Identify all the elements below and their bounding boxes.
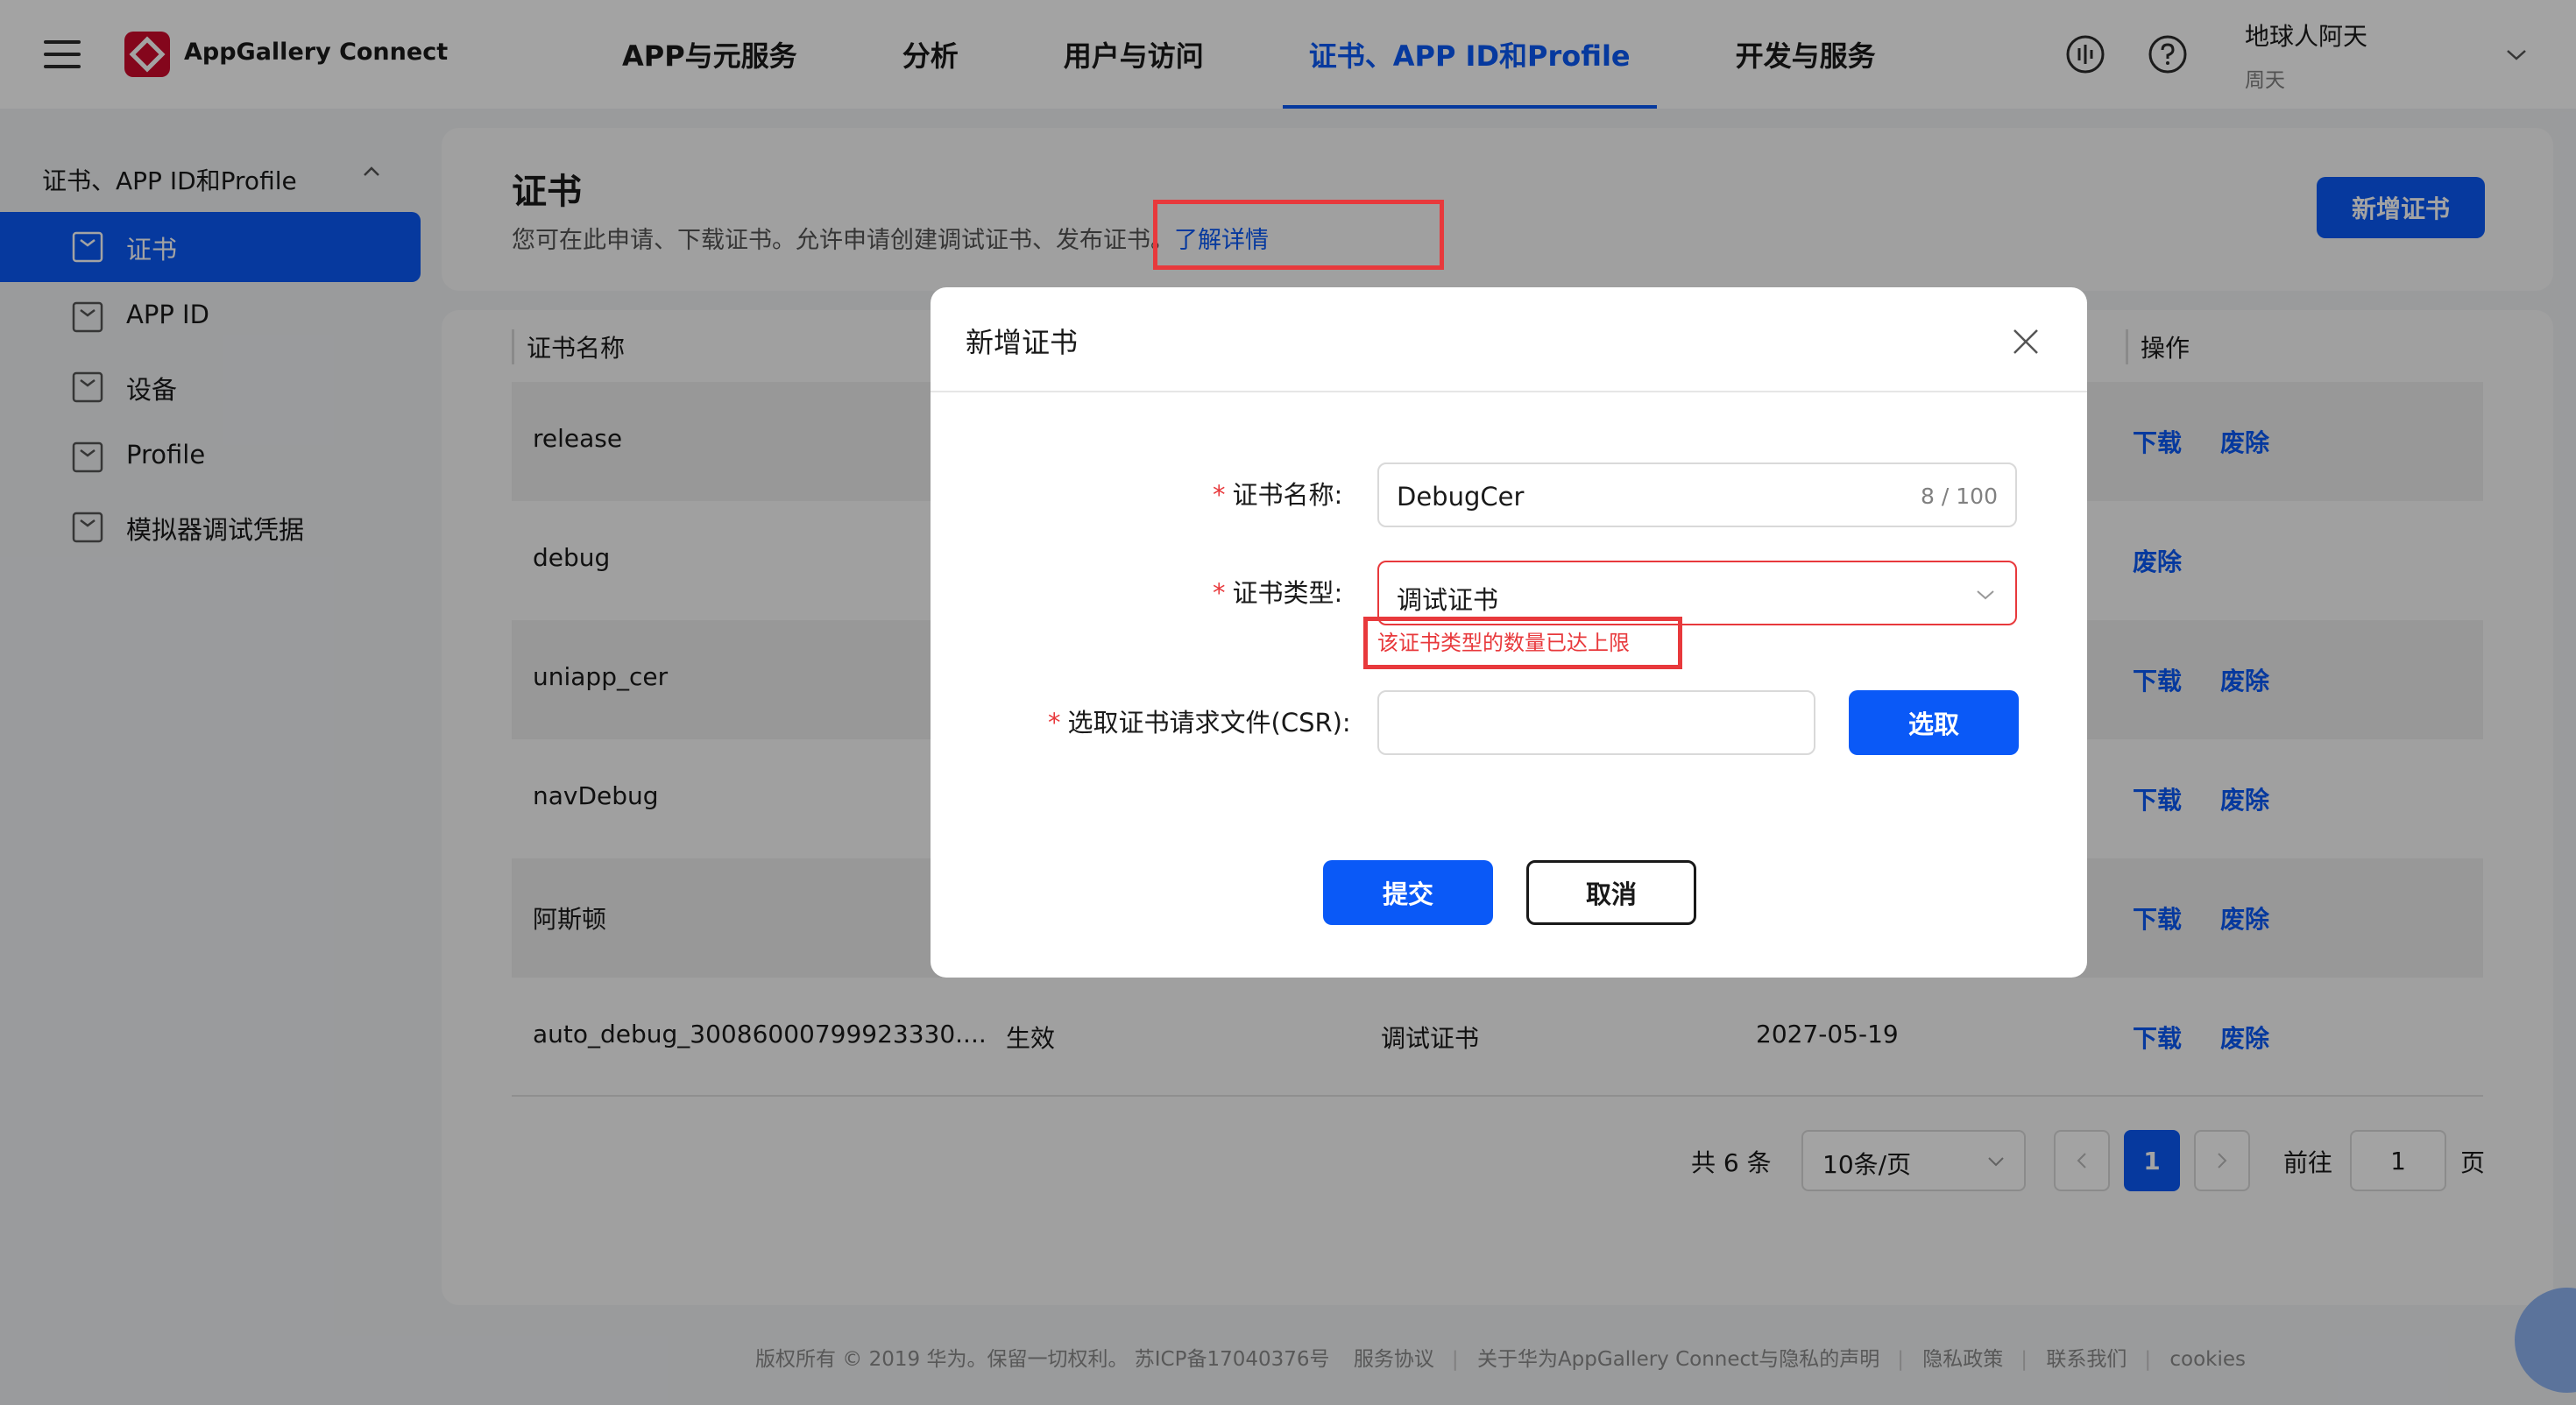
app-page: AppGallery Connect APP与元服务 分析 用户与访问 证书、A…	[0, 0, 2576, 1405]
cert-type-label-text: 证书类型:	[1232, 578, 1343, 608]
highlight-annotation	[1153, 200, 1444, 270]
cert-type-label: * 证书类型:	[1213, 573, 1342, 610]
highlight-annotation	[1363, 617, 1682, 669]
required-mark: *	[1213, 578, 1226, 608]
cancel-button[interactable]: 取消	[1526, 860, 1696, 925]
select-file-button[interactable]: 选取	[1849, 690, 2019, 755]
dialog-title: 新增证书	[966, 326, 1079, 359]
close-icon[interactable]	[2012, 328, 2040, 356]
cert-type-select[interactable]: 调试证书	[1377, 561, 2017, 625]
submit-button[interactable]: 提交	[1323, 860, 1493, 925]
cert-name-label: * 证书名称:	[1213, 475, 1342, 512]
dialog-divider	[931, 391, 2087, 392]
csr-label: * 选取证书请求文件(CSR):	[1048, 702, 1351, 739]
char-counter: 8 / 100	[1921, 484, 1998, 509]
csr-file-field[interactable]	[1377, 690, 1815, 755]
cert-name-field[interactable]: DebugCer 8 / 100	[1377, 462, 2017, 527]
required-mark: *	[1048, 708, 1061, 738]
csr-label-text: 选取证书请求文件(CSR):	[1067, 708, 1351, 738]
cert-name-label-text: 证书名称:	[1232, 480, 1343, 510]
new-certificate-dialog: 新增证书 * 证书名称: DebugCer 8 / 100 * 证书类型: 调试证书…	[931, 287, 2087, 978]
required-mark: *	[1213, 480, 1226, 510]
cert-name-value: DebugCer	[1397, 482, 1525, 512]
chevron-down-icon	[1977, 590, 1994, 600]
cert-type-value: 调试证书	[1397, 585, 1499, 615]
